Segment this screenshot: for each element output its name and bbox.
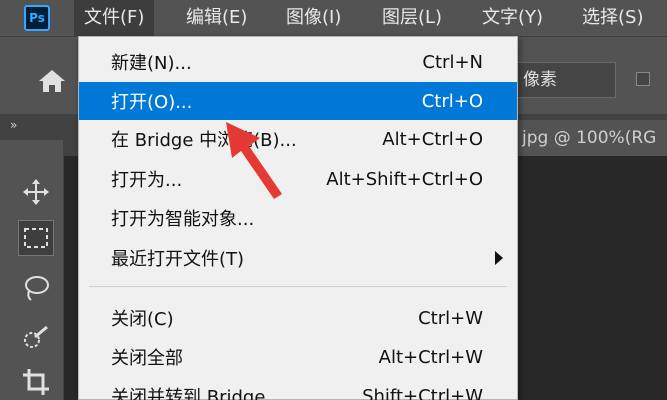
- menu-item-close[interactable]: 关闭(C) Ctrl+W: [79, 299, 517, 337]
- file-menu-dropdown: 新建(N)... Ctrl+N 打开(O)... Ctrl+O 在 Bridge…: [78, 36, 518, 400]
- menu-type[interactable]: 文字(Y): [472, 0, 553, 36]
- menu-item-label: 打开为...: [111, 170, 183, 191]
- menu-item-open-as-smart-object[interactable]: 打开为智能对象...: [79, 199, 517, 237]
- menu-item-label: 新建(N)...: [111, 53, 192, 74]
- menu-layer[interactable]: 图层(L): [372, 0, 452, 36]
- menu-item-shortcut: Ctrl+W: [418, 307, 483, 329]
- menu-item-browse-in-bridge[interactable]: 在 Bridge 中浏览(B)... Alt+Ctrl+O: [79, 120, 517, 158]
- menu-item-open-as[interactable]: 打开为... Alt+Shift+Ctrl+O: [79, 160, 517, 198]
- menu-item-label: 关闭(C): [111, 309, 174, 330]
- menu-file[interactable]: 文件(F): [74, 0, 155, 36]
- menu-item-shortcut: Alt+Ctrl+W: [378, 346, 483, 368]
- crop-tool-icon[interactable]: [18, 364, 54, 400]
- unit-select[interactable]: 像素: [512, 62, 616, 98]
- menu-item-open-recent[interactable]: 最近打开文件(T): [79, 239, 517, 277]
- menu-item-label: 打开(O)...: [111, 92, 193, 113]
- menu-item-shortcut: Shift+Ctrl+W: [362, 385, 483, 400]
- menu-item-shortcut: Ctrl+O: [421, 90, 483, 112]
- tools-panel: [0, 140, 64, 400]
- menu-edit[interactable]: 编辑(E): [176, 0, 257, 36]
- home-icon[interactable]: [36, 67, 68, 95]
- menu-separator: [89, 286, 507, 287]
- menu-item-open[interactable]: 打开(O)... Ctrl+O: [79, 82, 517, 120]
- menu-item-label: 最近打开文件(T): [111, 249, 245, 270]
- lasso-tool-icon[interactable]: [18, 270, 54, 306]
- menu-item-shortcut: Alt+Ctrl+O: [382, 128, 483, 150]
- menu-item-label: 关闭并转到 Bridge...: [111, 387, 283, 400]
- menu-item-close-all[interactable]: 关闭全部 Alt+Ctrl+W: [79, 338, 517, 376]
- move-tool-icon[interactable]: [18, 174, 54, 210]
- option-checkbox[interactable]: [636, 72, 650, 86]
- menu-image[interactable]: 图像(I): [276, 0, 351, 36]
- menu-item-close-and-go-to-bridge[interactable]: 关闭并转到 Bridge... Shift+Ctrl+W: [79, 377, 517, 400]
- collapse-panel-icon[interactable]: »: [10, 118, 17, 132]
- document-tab[interactable]: jpg @ 100%(RG: [516, 120, 667, 156]
- menu-select[interactable]: 选择(S): [572, 0, 653, 36]
- menu-item-label: 在 Bridge 中浏览(B)...: [111, 130, 297, 151]
- submenu-arrow-icon: [495, 251, 503, 265]
- menu-item-label: 打开为智能对象...: [111, 209, 255, 230]
- photoshop-logo[interactable]: Ps: [24, 5, 50, 31]
- menu-item-label: 关闭全部: [111, 348, 183, 369]
- menu-item-shortcut: Ctrl+N: [422, 51, 483, 73]
- menu-bar: Ps 文件(F) 编辑(E) 图像(I) 图层(L) 文字(Y) 选择(S): [0, 0, 667, 36]
- menu-item-shortcut: Alt+Shift+Ctrl+O: [326, 168, 483, 190]
- marquee-tool-icon[interactable]: [18, 220, 54, 256]
- photoshop-window: Ps 文件(F) 编辑(E) 图像(I) 图层(L) 文字(Y) 选择(S) 像…: [0, 0, 667, 400]
- quick-selection-tool-icon[interactable]: [18, 320, 54, 356]
- menu-item-new[interactable]: 新建(N)... Ctrl+N: [79, 43, 517, 81]
